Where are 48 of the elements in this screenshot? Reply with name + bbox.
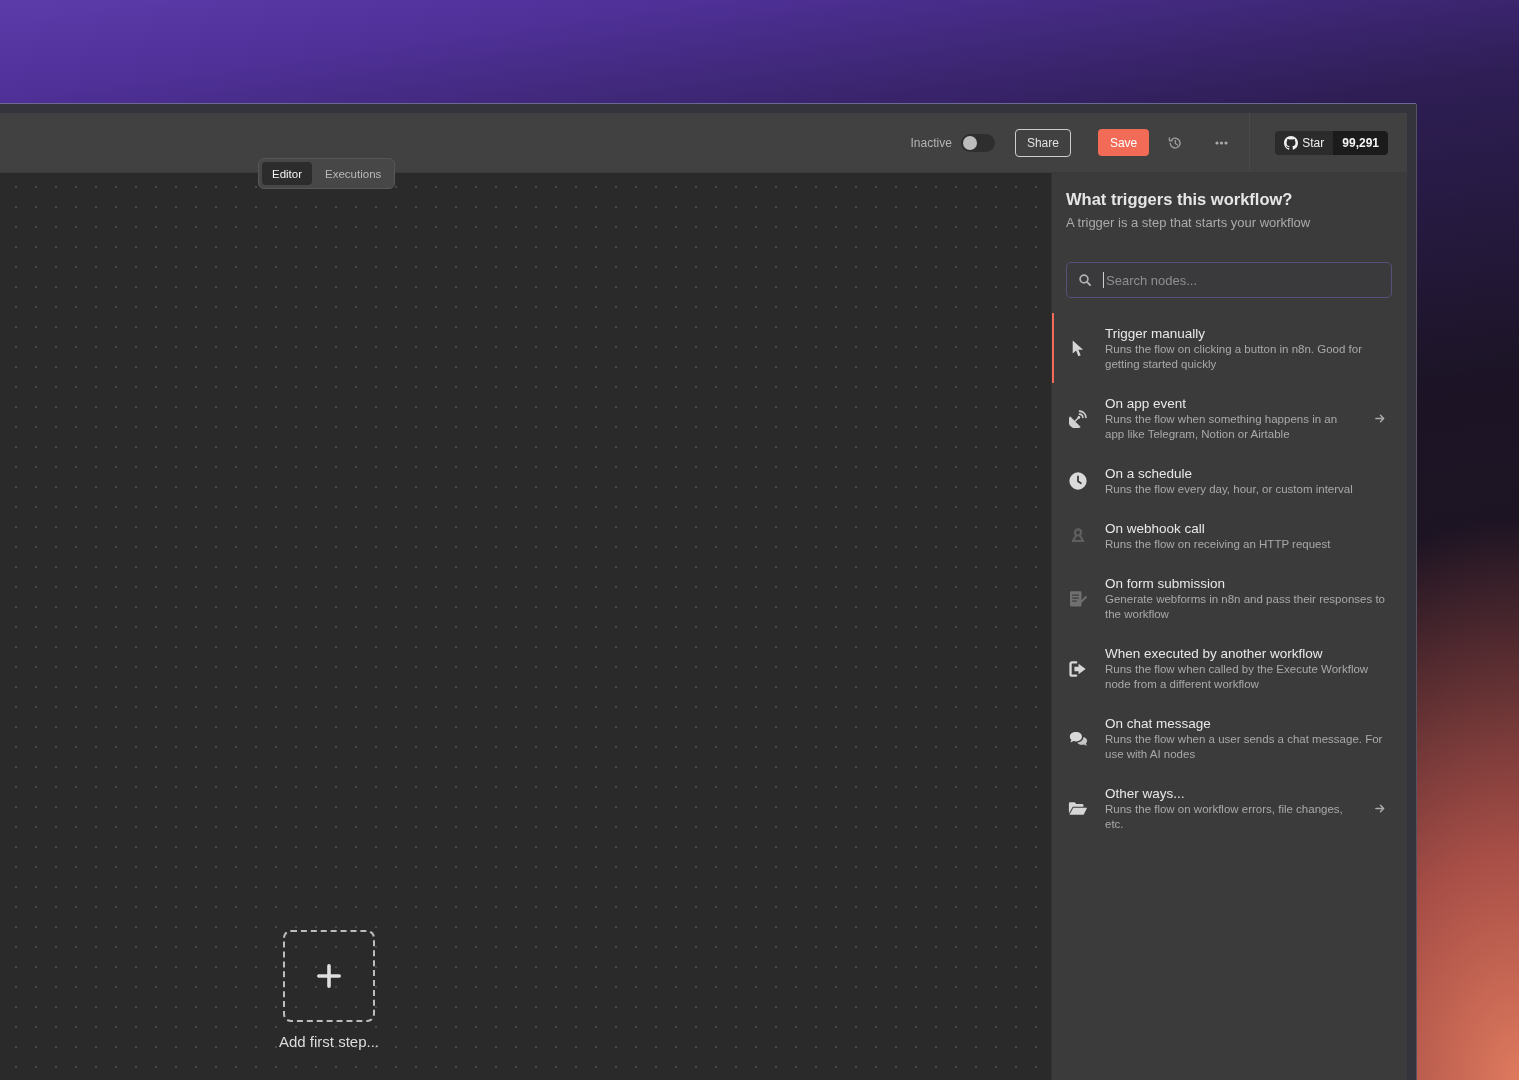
search-icon [1079,274,1091,286]
person-icon [1069,528,1087,544]
trigger-description: Runs the flow on workflow errors, file changes, etc. [1105,802,1344,832]
trigger-option[interactable]: Trigger manually Runs the flow on clicking a button in n8n. Good for getting started quickly [1052,313,1407,383]
trigger-option[interactable]: On form submission Generate webforms in n8n and pass their responses to the workflow [1052,563,1407,633]
chat-bubbles-icon [1068,730,1088,747]
panel-subtitle: A trigger is a step that starts your workflow [1066,214,1312,232]
search-field[interactable]: Search nodes... [1066,262,1392,298]
trigger-option[interactable]: When executed by another workflow Runs the flow when called by the Execute Workflow node from a different workflow [1052,633,1407,703]
trigger-description: Runs the flow on clicking a button in n8n. Good for getting started quickly [1105,342,1363,372]
trigger-title: On app event [1105,395,1188,412]
satellite-dish-icon [1069,409,1087,428]
trigger-description: Runs the flow when a user sends a chat message. For use with AI nodes [1105,732,1384,762]
trigger-title: Other ways... [1105,785,1186,802]
trigger-option[interactable]: On webhook call Runs the flow on receiving an HTTP request [1052,508,1407,563]
trigger-title: On a schedule [1105,465,1194,482]
more-options-icon[interactable] [1215,140,1229,145]
trigger-title: On chat message [1105,715,1212,732]
add-step-button[interactable] [283,930,375,1022]
document-pen-icon [1068,590,1088,607]
active-toggle[interactable] [960,133,995,152]
view-tab[interactable]: Editor [262,162,313,185]
folder-icon [1068,801,1088,816]
trigger-option[interactable]: On chat message Runs the flow when a user sends a chat message. For use with AI nodes [1052,703,1407,773]
trigger-description: Runs the flow when called by the Execute Workflow node from a different workflow [1105,662,1370,692]
sign-in-icon [1069,660,1087,677]
trigger-option[interactable]: Other ways... Runs the flow on workflow errors, file changes, etc. [1052,773,1407,843]
clock-icon [1069,472,1087,490]
plus-icon [317,964,341,988]
trigger-title: On webhook call [1105,520,1206,537]
trigger-description: Runs the flow every day, hour, or custom interval [1105,482,1354,497]
trigger-option[interactable]: On a schedule Runs the flow every day, hour, or custom interval [1052,453,1407,508]
trigger-description: Generate webforms in n8n and pass their responses to the workflow [1105,592,1386,622]
share-button[interactable]: Share [1014,128,1071,157]
trigger-title: On form submission [1105,575,1227,592]
star-count: 99,291 [1333,130,1388,155]
github-star-button[interactable]: Star [1275,130,1334,155]
history-icon[interactable] [1168,135,1183,150]
pointer-icon [1072,340,1084,357]
trigger-description: Runs the flow when something happens in an app like Telegram, Notion or Airtable [1105,412,1339,442]
trigger-description: Runs the flow on receiving an HTTP request [1105,537,1332,552]
trigger-option[interactable]: On app event Runs the flow when something happens in an app like Telegram, Notion or Airtable [1052,383,1407,453]
status-label: Inactive [910,135,952,150]
trigger-title: When executed by another workflow [1105,645,1324,662]
add-step-label: Add first step... [278,1033,379,1050]
panel-title: What triggers this workflow? [1066,189,1294,210]
github-icon [1284,135,1299,150]
trigger-title: Trigger manually [1105,325,1207,342]
